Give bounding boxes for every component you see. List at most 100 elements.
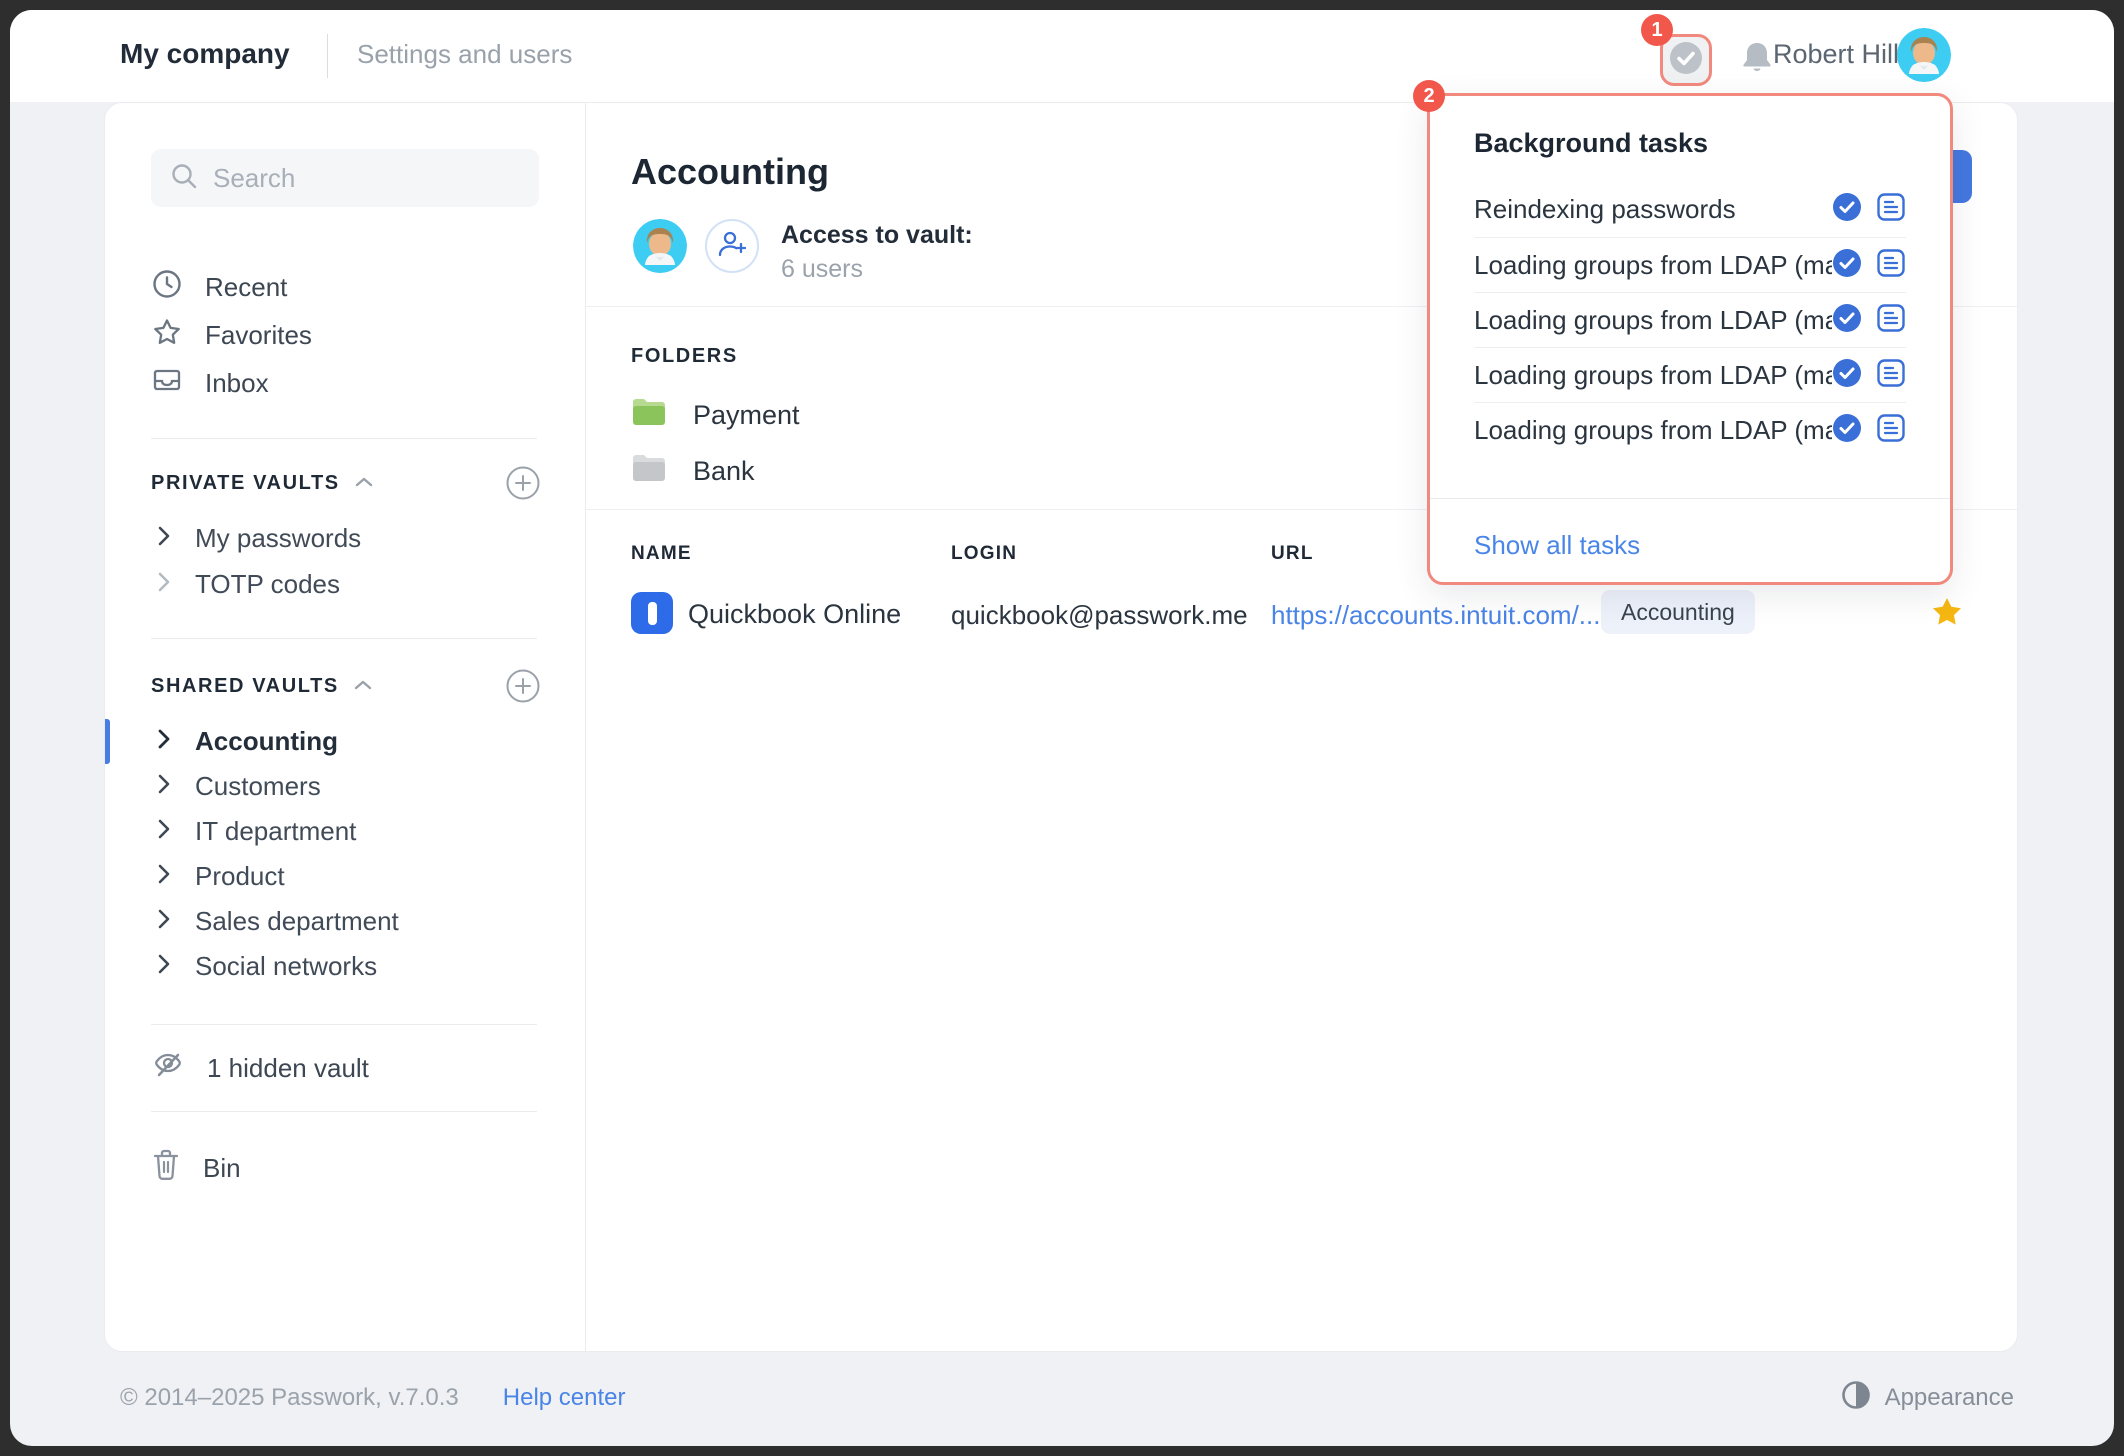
task-done-icon: [1832, 358, 1862, 393]
user-name[interactable]: Robert Hill: [1773, 39, 1899, 70]
person-plus-icon: [716, 228, 748, 265]
vault-label: Sales department: [195, 906, 399, 937]
tag-badge[interactable]: Accounting: [1601, 590, 1755, 634]
column-header-name: NAME: [631, 543, 692, 565]
vault-label: Social networks: [195, 951, 377, 982]
sidebar-item-my-passwords[interactable]: My passwords: [157, 516, 537, 561]
chevron-up-icon: [354, 472, 374, 495]
star-icon: [151, 316, 183, 355]
chevron-right-icon: [157, 771, 171, 802]
show-all-tasks-link[interactable]: Show all tasks: [1474, 530, 1640, 561]
background-tasks-popup: Background tasks Reindexing passwords Lo…: [1427, 93, 1953, 585]
sidebar-item-customers[interactable]: Customers: [157, 764, 537, 809]
settings-and-users-link[interactable]: Settings and users: [357, 39, 572, 70]
help-center-link[interactable]: Help center: [503, 1384, 626, 1412]
selected-vault-indicator: [105, 719, 110, 764]
task-log-icon[interactable]: [1876, 192, 1906, 227]
task-row: Reindexing passwords: [1474, 182, 1906, 237]
task-log-icon[interactable]: [1876, 413, 1906, 448]
sidebar-divider: [151, 638, 537, 639]
sidebar-item-hidden-vaults[interactable]: 1 hidden vault: [151, 1044, 539, 1092]
search-box[interactable]: [151, 149, 539, 207]
sidebar-item-favorites[interactable]: Favorites: [151, 311, 539, 359]
sidebar-item-label: Favorites: [205, 320, 312, 351]
folder-name: Payment: [693, 400, 800, 431]
add-user-to-vault-button[interactable]: [705, 219, 759, 273]
sidebar-divider: [151, 438, 537, 439]
sidebar-item-sales-department[interactable]: Sales department: [157, 899, 537, 944]
add-private-vault-button[interactable]: [505, 465, 541, 501]
chevron-right-icon: [157, 951, 171, 982]
sidebar-item-social-networks[interactable]: Social networks: [157, 944, 537, 989]
search-input[interactable]: [213, 163, 513, 194]
sidebar-item-accounting[interactable]: Accounting: [157, 719, 537, 764]
user-avatar[interactable]: [1897, 28, 1951, 82]
sidebar-item-product[interactable]: Product: [157, 854, 537, 899]
folder-name: Bank: [693, 456, 755, 487]
folder-payment[interactable]: Payment: [631, 389, 800, 441]
app-window: My company Settings and users 1 Robert H…: [10, 10, 2114, 1446]
add-shared-vault-button[interactable]: [505, 668, 541, 704]
check-circle-icon: [1667, 39, 1705, 82]
task-log-icon[interactable]: [1876, 358, 1906, 393]
chevron-right-icon: [157, 726, 171, 757]
bin-label: Bin: [203, 1153, 241, 1184]
folders-heading: FOLDERS: [631, 345, 738, 368]
password-name[interactable]: Quickbook Online: [688, 599, 901, 630]
access-to-vault-value: 6 users: [781, 255, 863, 284]
task-row: Loading groups from LDAP (ma...: [1474, 347, 1906, 402]
appearance-toggle[interactable]: Appearance: [1841, 1380, 2014, 1417]
shared-vaults-header[interactable]: SHARED VAULTS: [151, 668, 373, 704]
vault-label: TOTP codes: [195, 569, 340, 600]
vault-owner-avatar[interactable]: [633, 219, 687, 273]
task-label: Loading groups from LDAP (ma...: [1474, 360, 1832, 391]
folder-icon: [631, 397, 667, 434]
topbar-divider: [327, 34, 328, 78]
private-vaults-header[interactable]: PRIVATE VAULTS: [151, 465, 374, 501]
access-to-vault-label: Access to vault:: [781, 221, 973, 250]
annotation-badge-1: 1: [1641, 14, 1673, 46]
task-label: Loading groups from LDAP (ma...: [1474, 250, 1832, 281]
task-done-icon: [1832, 192, 1862, 227]
sidebar-item-inbox[interactable]: Inbox: [151, 359, 539, 407]
vault-label: Customers: [195, 771, 321, 802]
chevron-right-icon: [157, 816, 171, 847]
task-log-icon[interactable]: [1876, 303, 1906, 338]
vault-label: My passwords: [195, 523, 361, 554]
folder-bank[interactable]: Bank: [631, 445, 755, 497]
task-log-icon[interactable]: [1876, 248, 1906, 283]
sidebar-item-recent[interactable]: Recent: [151, 263, 539, 311]
search-icon: [169, 161, 199, 196]
trash-icon: [151, 1148, 181, 1189]
folder-icon: [631, 453, 667, 490]
company-name[interactable]: My company: [120, 38, 290, 70]
password-url-link[interactable]: https://accounts.intuit.com/...: [1271, 600, 1600, 631]
chevron-up-icon: [353, 675, 373, 698]
column-header-login: LOGIN: [951, 543, 1017, 565]
sidebar-item-it-department[interactable]: IT department: [157, 809, 537, 854]
popup-divider: [1430, 498, 1950, 499]
vault-label: IT department: [195, 816, 356, 847]
chevron-right-icon: [157, 569, 171, 600]
column-header-url: URL: [1271, 543, 1314, 565]
task-done-icon: [1832, 248, 1862, 283]
inbox-icon: [151, 364, 183, 403]
task-row: Loading groups from LDAP (ma...: [1474, 402, 1906, 457]
vault-label: Accounting: [195, 726, 338, 757]
sidebar-item-label: Inbox: [205, 368, 269, 399]
password-login[interactable]: quickbook@passwork.me: [951, 600, 1248, 631]
task-label: Reindexing passwords: [1474, 194, 1832, 225]
notifications-button[interactable]: [1740, 40, 1774, 81]
favorite-star-icon[interactable]: [1929, 594, 1965, 635]
task-label: Loading groups from LDAP (ma...: [1474, 305, 1832, 336]
copyright-text: © 2014–2025 Passwork, v.7.0.3: [120, 1384, 459, 1412]
sidebar-divider: [151, 1024, 537, 1025]
sidebar: Recent Favorites Inbox PRIVATE VAULTS My…: [105, 103, 586, 1351]
annotation-badge-2: 2: [1413, 80, 1445, 112]
sidebar-divider: [151, 1111, 537, 1112]
private-vaults-title: PRIVATE VAULTS: [151, 472, 340, 495]
top-bar: My company Settings and users 1 Robert H…: [10, 10, 2114, 102]
sidebar-item-bin[interactable]: Bin: [151, 1144, 539, 1192]
sidebar-item-totp-codes[interactable]: TOTP codes: [157, 562, 537, 607]
vault-label: Product: [195, 861, 285, 892]
